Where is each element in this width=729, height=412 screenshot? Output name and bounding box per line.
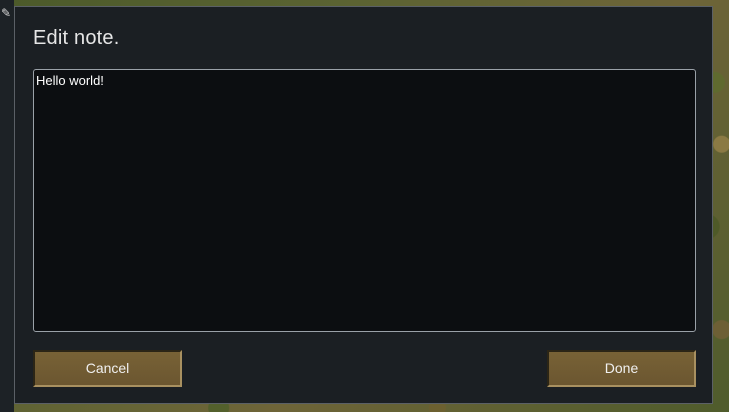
background-side-panel: ✎ <box>0 0 14 412</box>
cancel-button[interactable]: Cancel <box>33 350 182 387</box>
dialog-title: Edit note. <box>33 27 120 49</box>
done-button[interactable]: Done <box>547 350 696 387</box>
pin-icon: ✎ <box>0 6 12 20</box>
edit-note-dialog: Edit note. Hello world! Cancel Done <box>14 6 713 404</box>
note-text-area[interactable]: Hello world! <box>33 69 696 332</box>
